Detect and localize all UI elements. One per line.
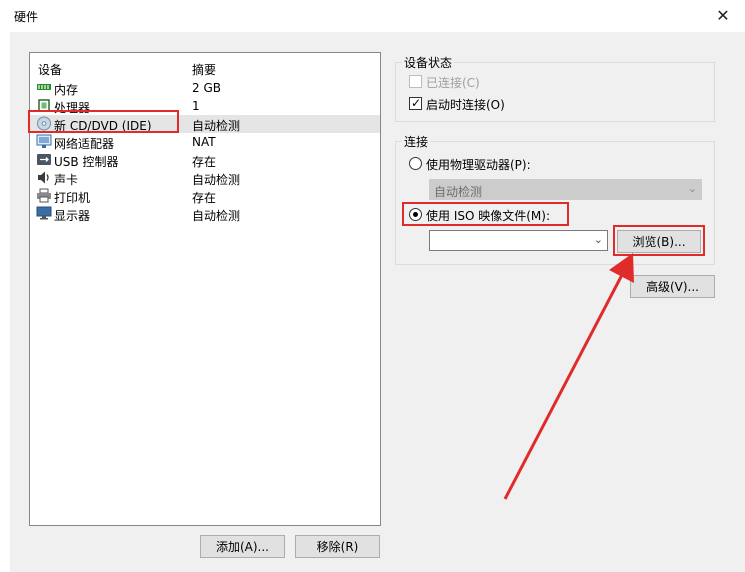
annotation-arrow-icon (503, 253, 634, 500)
